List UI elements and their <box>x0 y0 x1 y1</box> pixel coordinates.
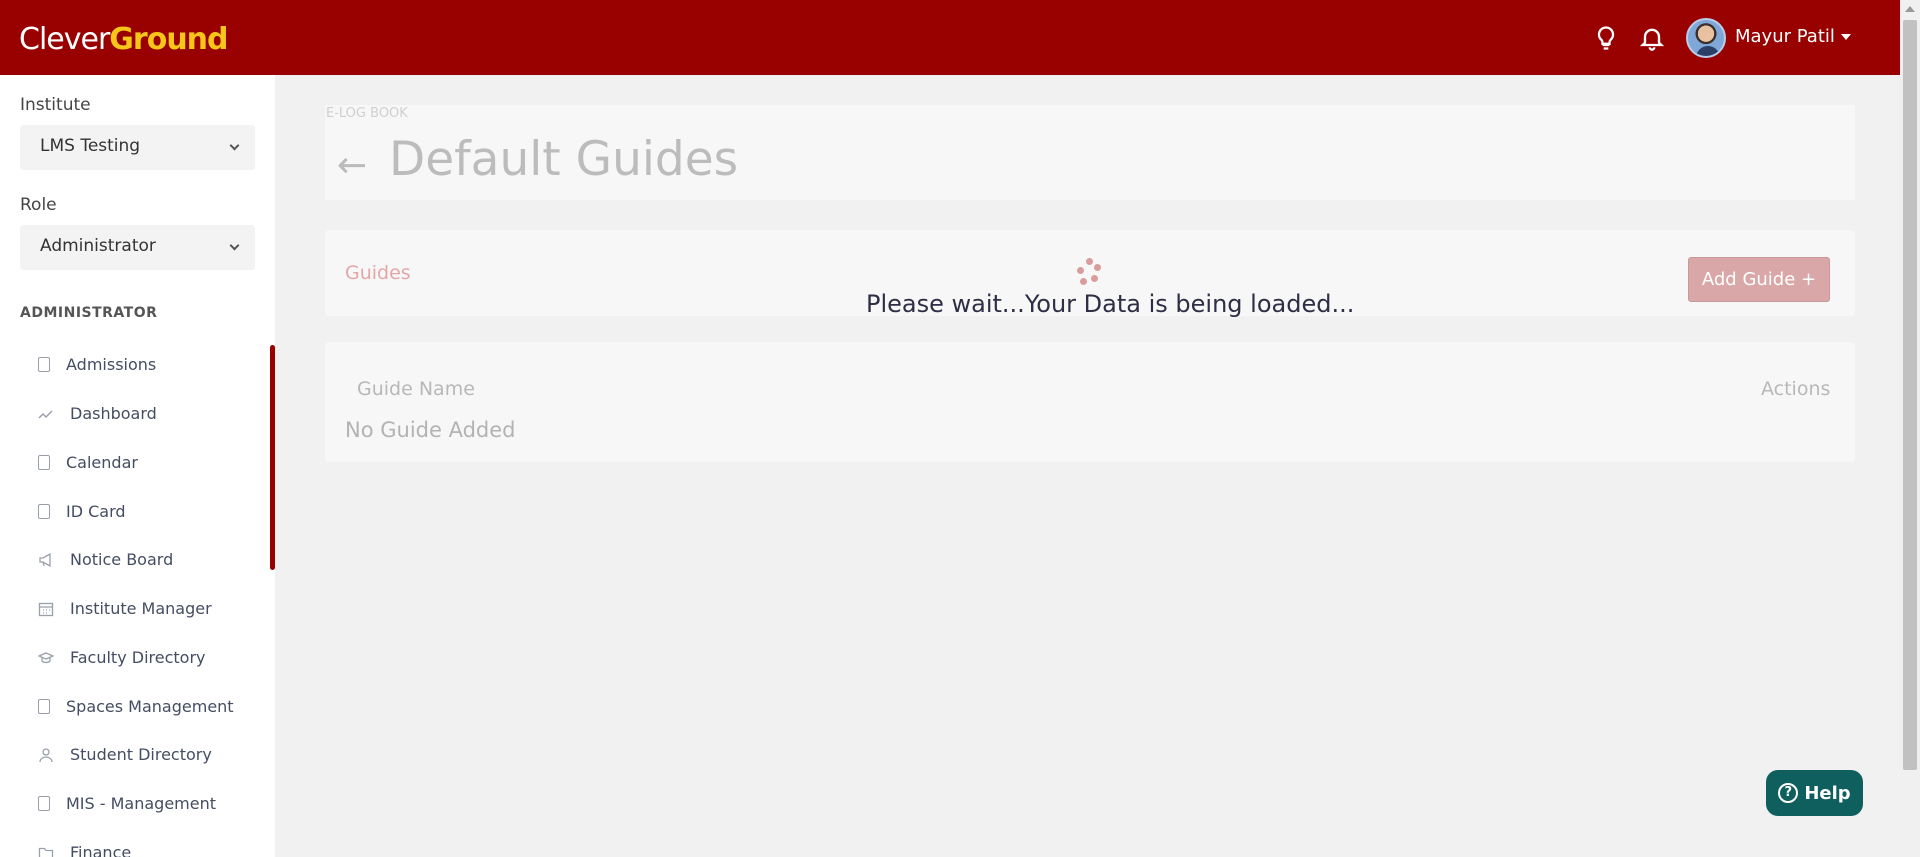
tab-guides[interactable]: Guides <box>345 262 411 284</box>
sidebar-scroll-indicator[interactable] <box>270 345 275 570</box>
column-header-guide-name: Guide Name <box>357 378 475 400</box>
empty-state-text: No Guide Added <box>345 418 516 442</box>
bell-icon[interactable] <box>1638 24 1666 52</box>
sidebar-item-label: Notice Board <box>70 550 174 569</box>
sidebar-item-institute-manager[interactable]: Institute Manager <box>38 599 212 618</box>
role-select-value: Administrator <box>40 236 156 256</box>
clever-ground-logo[interactable]: CleverGround <box>19 22 229 57</box>
column-header-actions: Actions <box>1761 378 1831 400</box>
loading-message: Please wait...Your Data is being loaded.… <box>866 290 1355 318</box>
breadcrumb[interactable]: E-LOG BOOK <box>326 106 408 121</box>
sidebar-item-finance[interactable]: Finance <box>38 843 131 857</box>
sidebar-item-label: Student Directory <box>70 745 212 764</box>
chevron-down-icon <box>229 140 240 151</box>
trend-icon <box>38 409 53 419</box>
sidebar-item-spaces-management[interactable]: Spaces Management <box>38 697 234 716</box>
role-select[interactable]: Administrator <box>20 225 255 270</box>
sidebar-item-label: ID Card <box>66 502 126 521</box>
user-name-label: Mayur Patil <box>1735 26 1835 47</box>
sidebar-item-calendar[interactable]: Calendar <box>38 453 138 472</box>
graduation-cap-icon <box>38 651 54 663</box>
sidebar-item-dashboard[interactable]: Dashboard <box>38 404 157 423</box>
sidebar-item-student-directory[interactable]: Student Directory <box>38 745 212 764</box>
chevron-down-icon <box>229 240 240 251</box>
back-arrow-icon[interactable]: ← <box>337 145 367 186</box>
calendar-grid-icon <box>38 602 54 616</box>
scrollbar-thumb[interactable] <box>1903 20 1917 770</box>
sidebar-section-title: ADMINISTRATOR <box>20 305 158 321</box>
book-icon <box>38 504 50 519</box>
sidebar-item-mis-management[interactable]: MIS - Management <box>38 794 216 813</box>
caret-down-icon <box>1840 33 1851 40</box>
book-icon <box>38 357 50 372</box>
help-button[interactable]: ? Help <box>1766 770 1863 816</box>
loading-spinner-icon <box>1075 257 1105 287</box>
add-guide-button[interactable]: Add Guide + <box>1688 257 1830 302</box>
sidebar: Institute LMS Testing Role Administrator… <box>0 75 275 857</box>
sidebar-item-notice-board[interactable]: Notice Board <box>38 550 173 569</box>
institute-label: Institute <box>20 95 91 115</box>
sidebar-item-label: Calendar <box>66 453 138 472</box>
folder-icon <box>38 847 54 857</box>
scroll-up-arrow-icon[interactable] <box>1905 6 1915 12</box>
book-icon <box>38 699 50 714</box>
book-icon <box>38 796 50 811</box>
person-icon <box>39 747 53 762</box>
sidebar-item-faculty-directory[interactable]: Faculty Directory <box>38 648 206 667</box>
institute-select[interactable]: LMS Testing <box>20 125 255 170</box>
user-menu[interactable]: Mayur Patil <box>1735 26 1851 47</box>
sidebar-item-label: MIS - Management <box>66 794 217 813</box>
top-bar: CleverGround Mayur Patil <box>0 0 1900 75</box>
sidebar-item-label: Faculty Directory <box>70 648 206 667</box>
guides-table <box>325 342 1855 462</box>
avatar[interactable] <box>1686 18 1726 58</box>
book-icon <box>38 455 50 470</box>
sidebar-item-id-card[interactable]: ID Card <box>38 502 126 521</box>
sidebar-item-label: Finance <box>70 843 132 857</box>
role-label: Role <box>20 195 57 215</box>
logo-clever-text: Clever <box>19 22 110 57</box>
sidebar-item-label: Admissions <box>66 355 157 374</box>
sidebar-item-label: Institute Manager <box>70 599 212 618</box>
sidebar-item-admissions[interactable]: Admissions <box>38 355 156 374</box>
sidebar-item-label: Spaces Management <box>66 697 234 716</box>
page-title: Default Guides <box>389 132 739 187</box>
sidebar-item-label: Dashboard <box>70 404 157 423</box>
institute-select-value: LMS Testing <box>40 136 141 156</box>
page-scrollbar[interactable] <box>1900 0 1920 857</box>
lightbulb-icon[interactable] <box>1592 24 1620 52</box>
question-circle-icon: ? <box>1778 783 1799 803</box>
megaphone-icon <box>39 552 51 567</box>
logo-ground-text: Ground <box>109 22 228 57</box>
help-label: Help <box>1804 782 1851 804</box>
